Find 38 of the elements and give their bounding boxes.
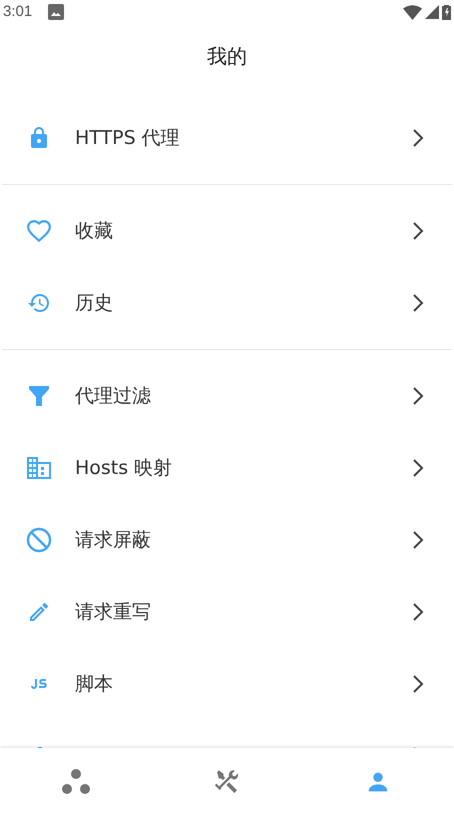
history-icon [26,291,52,315]
chevron-right-icon [412,293,424,313]
chevron-right-icon [412,458,424,478]
signal-icon [425,5,439,19]
chevron-right-icon [412,221,424,241]
menu-item-label: 请求屏蔽 [75,528,151,553]
wifi-icon [403,4,422,20]
menu-item[interactable]: 历史 [2,267,452,339]
chevron-right-icon [412,386,424,406]
image-icon [48,4,64,20]
heart-icon [26,219,52,243]
javascript-icon [30,678,48,690]
menu-item-label: 收藏 [75,218,113,244]
menu-item-label: 代理过滤 [75,384,151,409]
filter-icon [28,384,50,408]
pencil-icon [27,600,51,624]
menu-item[interactable]: 收藏 [2,195,452,267]
menu-item[interactable]: Hosts 映射 [2,432,452,504]
menu-item-label: 脚本 [75,672,113,697]
menu-item[interactable]: 脚本 [2,648,452,720]
chevron-right-icon [412,674,424,694]
menu-item[interactable]: 请求屏蔽 [2,504,452,576]
menu-item-label: 历史 [75,290,113,316]
building-icon [26,456,52,480]
menu-item[interactable]: HTTPS 代理 [2,102,452,174]
menu-item-label: HTTPS 代理 [75,126,180,151]
chevron-right-icon [412,602,424,622]
menu-item[interactable]: 请求重写 [2,576,452,648]
status-time: 3:01 [3,2,32,22]
page-title: 我的 [207,43,247,70]
chevron-right-icon [412,530,424,550]
menu-item[interactable]: 代理过滤 [2,360,452,432]
chevron-right-icon [412,128,424,148]
menu-item-label: 请求重写 [75,600,151,625]
battery-icon [442,4,451,20]
block-icon [26,527,52,553]
menu-item-label: Hosts 映射 [75,456,172,481]
three-dots-icon[interactable] [60,768,91,796]
